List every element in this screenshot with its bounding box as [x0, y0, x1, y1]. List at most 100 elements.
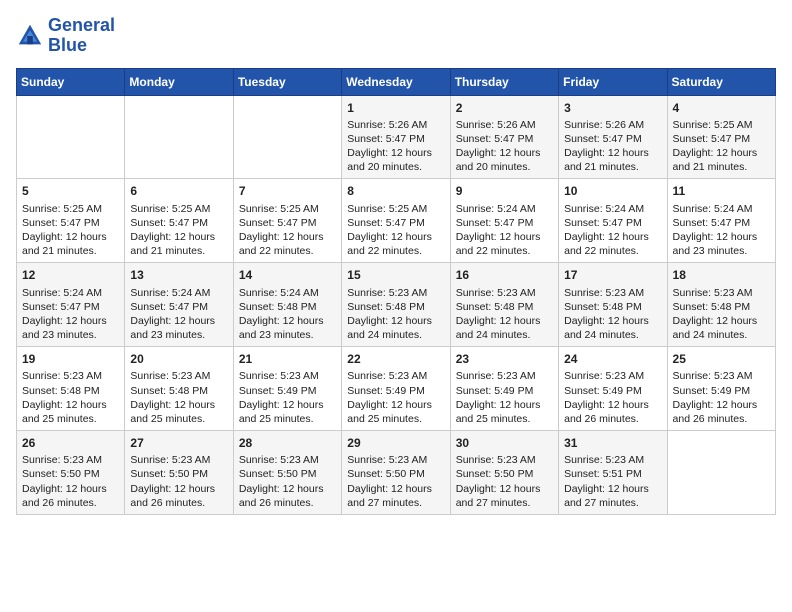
calendar-day-22: 22Sunrise: 5:23 AMSunset: 5:49 PMDayligh… [342, 347, 450, 431]
day-info-line: Sunset: 5:49 PM [564, 384, 661, 398]
day-info-line: Sunrise: 5:23 AM [564, 286, 661, 300]
day-info-line: Sunset: 5:50 PM [347, 467, 444, 481]
day-info-line: Sunset: 5:47 PM [347, 216, 444, 230]
day-info-line: Sunrise: 5:25 AM [130, 202, 227, 216]
day-info-line: Daylight: 12 hours and 21 minutes. [673, 146, 770, 174]
day-info-line: Daylight: 12 hours and 23 minutes. [239, 314, 336, 342]
day-info-line: Sunset: 5:48 PM [347, 300, 444, 314]
day-number: 13 [130, 267, 227, 283]
day-number: 18 [673, 267, 770, 283]
day-number: 6 [130, 183, 227, 199]
day-info-line: Sunrise: 5:24 AM [130, 286, 227, 300]
day-info-line: Sunset: 5:49 PM [456, 384, 553, 398]
day-info-line: Sunset: 5:47 PM [673, 132, 770, 146]
calendar-day-11: 11 Sunrise: 5:24 AMSunset: 5:47 PMDayligh… [667, 179, 775, 263]
calendar-header-row: SundayMondayTuesdayWednesdayThursdayFrid… [17, 68, 776, 95]
calendar-day-3: 3Sunrise: 5:26 AMSunset: 5:47 PMDaylight… [559, 95, 667, 179]
day-number: 10 [564, 183, 661, 199]
day-info-line: Sunset: 5:49 PM [673, 384, 770, 398]
calendar-day-5: 5Sunrise: 5:25 AMSunset: 5:47 PMDaylight… [17, 179, 125, 263]
day-info-line: Daylight: 12 hours and 26 minutes. [564, 398, 661, 426]
day-header-tuesday: Tuesday [233, 68, 341, 95]
day-number: 14 [239, 267, 336, 283]
day-number: 21 [239, 351, 336, 367]
day-number: 26 [22, 435, 119, 451]
day-info-line: Sunrise: 5:24 AM [239, 286, 336, 300]
day-info-line: Sunset: 5:47 PM [130, 300, 227, 314]
day-number: 7 [239, 183, 336, 199]
day-info-line: Sunrise: 5:25 AM [22, 202, 119, 216]
calendar-day-30: 30Sunrise: 5:23 AMSunset: 5:50 PMDayligh… [450, 431, 558, 515]
day-number: 1 [347, 100, 444, 116]
day-info-line: Sunrise: 5:26 AM [347, 118, 444, 132]
calendar-table: SundayMondayTuesdayWednesdayThursdayFrid… [16, 68, 776, 515]
day-info-line: Sunrise: 5:25 AM [673, 118, 770, 132]
logo: General Blue [16, 16, 115, 56]
day-info-line: Sunset: 5:47 PM [347, 132, 444, 146]
day-header-wednesday: Wednesday [342, 68, 450, 95]
calendar-day-17: 17Sunrise: 5:23 AMSunset: 5:48 PMDayligh… [559, 263, 667, 347]
day-number: 5 [22, 183, 119, 199]
day-number: 11 [673, 183, 770, 199]
calendar-day-9: 9Sunrise: 5:24 AMSunset: 5:47 PMDaylight… [450, 179, 558, 263]
calendar-day-16: 16Sunrise: 5:23 AMSunset: 5:48 PMDayligh… [450, 263, 558, 347]
calendar-day-7: 7Sunrise: 5:25 AMSunset: 5:47 PMDaylight… [233, 179, 341, 263]
calendar-day-18: 18Sunrise: 5:23 AMSunset: 5:48 PMDayligh… [667, 263, 775, 347]
day-info-line: Sunset: 5:48 PM [130, 384, 227, 398]
day-info-line: Sunset: 5:50 PM [130, 467, 227, 481]
day-info-line: Sunrise: 5:24 AM [673, 202, 770, 216]
day-info-line: Daylight: 12 hours and 22 minutes. [564, 230, 661, 258]
calendar-day-13: 13 Sunrise: 5:24 AMSunset: 5:47 PMDayligh… [125, 263, 233, 347]
calendar-day-4: 4 Sunrise: 5:25 AMSunset: 5:47 PMDaylight… [667, 95, 775, 179]
day-info-line: Sunset: 5:51 PM [564, 467, 661, 481]
day-info-line: Sunrise: 5:23 AM [239, 369, 336, 383]
day-number: 4 [673, 100, 770, 116]
calendar-day-14: 14Sunrise: 5:24 AMSunset: 5:48 PMDayligh… [233, 263, 341, 347]
day-info-line: Daylight: 12 hours and 25 minutes. [239, 398, 336, 426]
calendar-week-row: 19Sunrise: 5:23 AMSunset: 5:48 PMDayligh… [17, 347, 776, 431]
day-number: 28 [239, 435, 336, 451]
day-info-line: Daylight: 12 hours and 22 minutes. [239, 230, 336, 258]
day-info-line: Daylight: 12 hours and 22 minutes. [347, 230, 444, 258]
calendar-day-25: 25Sunrise: 5:23 AMSunset: 5:49 PMDayligh… [667, 347, 775, 431]
day-number: 3 [564, 100, 661, 116]
day-info-line: Daylight: 12 hours and 25 minutes. [347, 398, 444, 426]
calendar-day-10: 10 Sunrise: 5:24 AMSunset: 5:47 PMDayligh… [559, 179, 667, 263]
day-info-line: Daylight: 12 hours and 26 minutes. [22, 482, 119, 510]
day-number: 22 [347, 351, 444, 367]
calendar-day-31: 31Sunrise: 5:23 AMSunset: 5:51 PMDayligh… [559, 431, 667, 515]
day-info-line: Sunset: 5:47 PM [456, 132, 553, 146]
day-info-line: Sunset: 5:47 PM [564, 216, 661, 230]
day-info-line: Daylight: 12 hours and 25 minutes. [22, 398, 119, 426]
calendar-day-6: 6Sunrise: 5:25 AMSunset: 5:47 PMDaylight… [125, 179, 233, 263]
day-info-line: Daylight: 12 hours and 23 minutes. [130, 314, 227, 342]
day-info-line: Sunrise: 5:23 AM [347, 286, 444, 300]
day-info-line: Daylight: 12 hours and 26 minutes. [130, 482, 227, 510]
day-info-line: Sunset: 5:49 PM [239, 384, 336, 398]
day-info-line: Sunrise: 5:26 AM [564, 118, 661, 132]
day-info-line: Sunrise: 5:24 AM [22, 286, 119, 300]
logo-text: General Blue [48, 16, 115, 56]
calendar-week-row: 5Sunrise: 5:25 AMSunset: 5:47 PMDaylight… [17, 179, 776, 263]
calendar-week-row: 1Sunrise: 5:26 AMSunset: 5:47 PMDaylight… [17, 95, 776, 179]
day-number: 9 [456, 183, 553, 199]
calendar-day-empty [233, 95, 341, 179]
calendar-day-27: 27 Sunrise: 5:23 AMSunset: 5:50 PMDayligh… [125, 431, 233, 515]
day-info-line: Sunset: 5:47 PM [130, 216, 227, 230]
day-info-line: Sunset: 5:50 PM [456, 467, 553, 481]
day-info-line: Sunrise: 5:23 AM [130, 453, 227, 467]
day-info-line: Daylight: 12 hours and 24 minutes. [673, 314, 770, 342]
day-info-line: Sunset: 5:48 PM [673, 300, 770, 314]
page-header: General Blue [16, 16, 776, 56]
day-info-line: Sunrise: 5:24 AM [456, 202, 553, 216]
day-info-line: Sunset: 5:47 PM [673, 216, 770, 230]
day-number: 27 [130, 435, 227, 451]
calendar-day-8: 8Sunrise: 5:25 AMSunset: 5:47 PMDaylight… [342, 179, 450, 263]
day-info-line: Sunset: 5:48 PM [564, 300, 661, 314]
day-info-line: Sunrise: 5:23 AM [564, 369, 661, 383]
day-info-line: Sunrise: 5:24 AM [564, 202, 661, 216]
day-info-line: Daylight: 12 hours and 27 minutes. [456, 482, 553, 510]
calendar-day-19: 19Sunrise: 5:23 AMSunset: 5:48 PMDayligh… [17, 347, 125, 431]
day-info-line: Daylight: 12 hours and 23 minutes. [673, 230, 770, 258]
day-info-line: Daylight: 12 hours and 26 minutes. [239, 482, 336, 510]
